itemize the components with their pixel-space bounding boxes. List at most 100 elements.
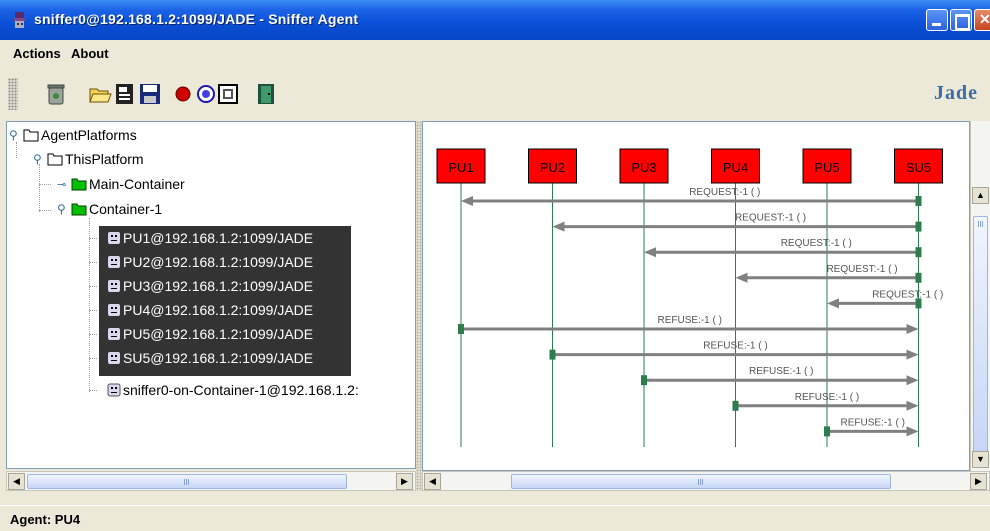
record-icon[interactable] [171, 82, 195, 106]
sniffer-canvas[interactable]: REQUEST:-1 ( ) REQUEST:-1 ( ) REQUEST:-1 (… [422, 121, 970, 471]
message-sequence-diagram: REQUEST:-1 ( ) REQUEST:-1 ( ) REQUEST:-1 (… [436, 148, 943, 447]
message-arrow-head [827, 298, 839, 309]
scroll-left-arrow-icon[interactable]: ◀ [8, 473, 25, 490]
scroll-thumb[interactable] [511, 474, 891, 489]
message-label: REFUSE:-1 ( ) [703, 341, 767, 352]
tree-horizontal-scrollbar[interactable]: ◀ ▶ [6, 471, 416, 491]
menu-about[interactable]: About [71, 46, 109, 61]
folder-icon [47, 153, 63, 166]
sniff-icon[interactable] [194, 82, 218, 106]
sniffer-agent-window: sniffer0@192.168.1.2:1099/JADE - Sniffer… [0, 0, 990, 531]
tree-label: AgentPlatforms [41, 127, 137, 143]
tree-node-thisplatform[interactable]: ⚲ ThisPlatform [33, 148, 146, 170]
message-origin-marker [732, 400, 739, 411]
menu-bar: Actions About [0, 40, 990, 68]
jade-logo-text: Jade [934, 82, 978, 104]
toolbar: Jade [0, 70, 990, 118]
close-button[interactable] [974, 9, 990, 31]
message-origin-marker [915, 196, 922, 206]
tree-node-agent-pu2[interactable]: PU2@192.168.1.2:1099/JADE [107, 251, 316, 273]
tree-label: PU4@192.168.1.2:1099/JADE [123, 302, 314, 318]
scroll-right-arrow-icon[interactable]: ▶ [970, 473, 987, 490]
agent-face-icon [108, 280, 120, 292]
agent-box-label: PU1 [448, 160, 473, 175]
message-label: REQUEST:-1 ( ) [689, 187, 760, 198]
minimize-button[interactable] [926, 9, 948, 31]
tree-label: Main-Container [89, 176, 185, 192]
message-origin-marker [915, 221, 922, 232]
canvas-vertical-scrollbar[interactable]: ▲ ▼ [970, 121, 990, 471]
tree-label: PU2@192.168.1.2:1099/JADE [123, 254, 314, 270]
tree-node-agent-pu3[interactable]: PU3@192.168.1.2:1099/JADE [107, 275, 316, 297]
message-arrow-head [552, 221, 565, 232]
message-label: REFUSE:-1 ( ) [841, 417, 905, 428]
snapshot-icon[interactable] [216, 82, 240, 106]
message-origin-marker [641, 375, 647, 386]
status-bar: Agent: PU4 [0, 505, 990, 531]
scroll-left-arrow-icon[interactable]: ◀ [424, 473, 441, 490]
tree-label: ThisPlatform [65, 151, 144, 167]
agent-face-icon [108, 256, 120, 268]
tree-node-agent-pu1[interactable]: PU1@192.168.1.2:1099/JADE [107, 227, 316, 249]
exit-door-icon[interactable] [254, 82, 278, 106]
agent-face-icon [108, 232, 120, 244]
tree-label: sniffer0-on-Container-1@192.168.1.2: [123, 382, 359, 398]
scroll-up-arrow-icon[interactable]: ▲ [972, 187, 989, 204]
jade-logo: Jade [934, 82, 990, 108]
message-label: REFUSE:-1 ( ) [749, 366, 813, 377]
message-origin-marker [458, 324, 464, 334]
tree-collapsed-icon[interactable]: ⊸ [57, 178, 71, 191]
tree-expand-icon[interactable]: ⚲ [9, 128, 23, 142]
window-title: sniffer0@192.168.1.2:1099/JADE - Sniffer… [34, 11, 359, 27]
agent-tree[interactable]: ⚲ AgentPlatforms ⚲ ThisPlatform ⊸ Main-C… [6, 121, 416, 469]
menu-actions[interactable]: Actions [13, 46, 61, 61]
message-arrow-head [644, 247, 656, 258]
status-text: Agent: PU4 [10, 512, 81, 527]
message-origin-marker [549, 349, 556, 360]
message-label: REFUSE:-1 ( ) [795, 392, 859, 403]
agent-box-label: SU5 [906, 160, 931, 175]
agent-box-label: PU2 [540, 160, 565, 175]
message-arrow-head [461, 196, 473, 206]
tree-label: PU1@192.168.1.2:1099/JADE [123, 230, 314, 246]
scroll-thumb[interactable] [27, 474, 347, 489]
agent-app-icon [14, 12, 25, 28]
agent-box-label: PU4 [723, 160, 748, 175]
message-label: REQUEST:-1 ( ) [872, 289, 943, 300]
tree-expand-icon[interactable]: ⚲ [33, 152, 47, 166]
tree-expand-icon[interactable]: ⚲ [57, 202, 71, 216]
message-arrow-head [906, 324, 919, 334]
open-folder-icon[interactable] [88, 82, 112, 106]
scroll-down-arrow-icon[interactable]: ▼ [972, 451, 989, 468]
maximize-button[interactable] [950, 9, 972, 31]
agent-face-icon [108, 352, 120, 364]
tree-node-agent-pu4[interactable]: PU4@192.168.1.2:1099/JADE [107, 299, 316, 321]
open-file-icon[interactable] [113, 82, 137, 106]
tree-node-agent-pu5[interactable]: PU5@192.168.1.2:1099/JADE [107, 323, 316, 345]
tree-node-sniffer-agent[interactable]: sniffer0-on-Container-1@192.168.1.2: [107, 379, 361, 401]
tree-node-agent-su5[interactable]: SU5@192.168.1.2:1099/JADE [107, 347, 316, 369]
tree-node-main-container[interactable]: ⊸ Main-Container [57, 173, 187, 195]
agent-face-icon [107, 383, 121, 397]
canvas-horizontal-scrollbar[interactable]: ◀ ▶ [422, 471, 990, 491]
title-bar[interactable]: sniffer0@192.168.1.2:1099/JADE - Sniffer… [0, 0, 990, 40]
save-icon[interactable] [138, 82, 162, 106]
message-label: REQUEST:-1 ( ) [826, 264, 897, 275]
message-arrow-head [906, 400, 919, 411]
agent-face-icon [108, 304, 120, 316]
message-arrow-head [906, 426, 919, 437]
tree-node-agentplatforms[interactable]: ⚲ AgentPlatforms [9, 124, 139, 146]
tree-label: PU3@192.168.1.2:1099/JADE [123, 278, 314, 294]
scroll-right-arrow-icon[interactable]: ▶ [396, 473, 413, 490]
green-folder-icon [71, 203, 87, 216]
agent-box-label: PU5 [814, 160, 839, 175]
toolbar-grip[interactable] [8, 78, 18, 110]
message-label: REQUEST:-1 ( ) [735, 213, 806, 224]
message-origin-marker [824, 426, 830, 437]
message-arrow-head [906, 375, 919, 386]
scroll-thumb[interactable] [973, 216, 988, 454]
message-origin-marker [915, 247, 922, 258]
agent-box-label: PU3 [631, 160, 656, 175]
tree-node-container-1[interactable]: ⚲ Container-1 [57, 198, 164, 220]
trash-icon[interactable] [44, 82, 68, 106]
